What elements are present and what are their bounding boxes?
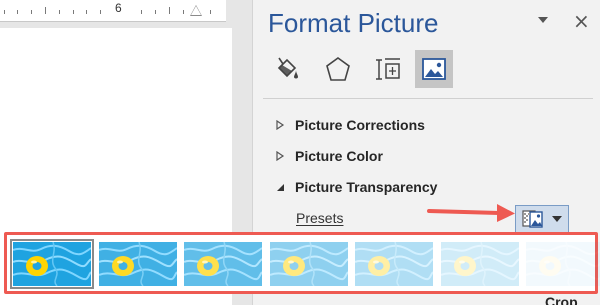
ruler-tick: [155, 10, 156, 14]
tab-fill-line[interactable]: [269, 50, 307, 88]
pool-ring-image: [184, 242, 262, 286]
section-picture-transparency[interactable]: Picture Transparency: [275, 179, 437, 195]
chevron-right-icon: [275, 148, 289, 164]
pane-options-chevron-down-icon[interactable]: [538, 17, 548, 23]
ruler-tick: [169, 7, 170, 14]
pool-ring-image: [355, 242, 433, 286]
transparency-preset-thumbnail[interactable]: [355, 242, 433, 286]
ruler-number: 6: [115, 1, 122, 15]
transparency-preset-thumbnail[interactable]: [440, 242, 519, 286]
presets-label: Presets: [296, 210, 344, 226]
ruler-tick: [17, 10, 18, 14]
ruler-tick: [141, 10, 142, 14]
chevron-down-filled-icon: [275, 179, 289, 195]
ruler-tick: [73, 10, 74, 14]
fill-line-icon: [277, 57, 298, 79]
section-picture-corrections[interactable]: Picture Corrections: [275, 117, 425, 133]
chevron-down-icon: [552, 216, 562, 222]
transparency-preset-thumbnail[interactable]: [526, 242, 600, 286]
ruler-tick: [86, 10, 87, 14]
presets-dropdown-button[interactable]: [515, 205, 569, 233]
ruler-tick: [183, 10, 184, 14]
transparency-preset-thumbnail[interactable]: [98, 242, 177, 286]
divider: [263, 98, 593, 99]
size-properties-icon: [376, 58, 400, 80]
pool-ring-image: [440, 242, 519, 286]
tab-size-properties[interactable]: [369, 50, 407, 88]
pool-ring-image: [13, 242, 91, 286]
ruler-tick: [4, 10, 5, 14]
pool-ring-image: [269, 242, 348, 286]
section-label: Picture Transparency: [295, 179, 438, 195]
ruler-tick: [59, 10, 60, 14]
close-icon[interactable]: ×: [573, 10, 590, 32]
ruler-tick: [100, 10, 101, 14]
section-label: Picture Color: [295, 148, 383, 164]
ruler-tick: [45, 7, 46, 14]
transparency-preset-thumbnail[interactable]: [269, 242, 348, 286]
ruler-tick: [31, 10, 32, 14]
right-indent-marker[interactable]: [191, 6, 201, 15]
tab-picture[interactable]: [415, 50, 453, 88]
horizontal-ruler[interactable]: 6: [0, 0, 252, 22]
tab-effects[interactable]: [319, 50, 357, 88]
section-picture-color[interactable]: Picture Color: [275, 148, 383, 164]
transparency-preset-thumbnail[interactable]: [10, 239, 94, 289]
ruler-margin: [226, 0, 252, 22]
section-crop[interactable]: Crop: [545, 294, 578, 305]
transparency-preset-icon: [522, 210, 543, 228]
section-label: Picture Corrections: [295, 117, 425, 133]
chevron-right-icon: [275, 117, 289, 133]
picture-icon: [422, 58, 446, 80]
screen: 6 Format Picture × Picture Corrections P…: [0, 0, 600, 305]
transparency-preset-thumbnail[interactable]: [184, 242, 262, 286]
pool-ring-image: [98, 242, 177, 286]
transparency-presets-gallery: [4, 232, 600, 294]
pool-ring-image: [526, 242, 600, 286]
effects-icon: [326, 57, 350, 81]
ruler-tick: [210, 10, 211, 14]
annotation-arrow-icon: [427, 204, 515, 222]
pane-title: Format Picture: [268, 8, 439, 38]
